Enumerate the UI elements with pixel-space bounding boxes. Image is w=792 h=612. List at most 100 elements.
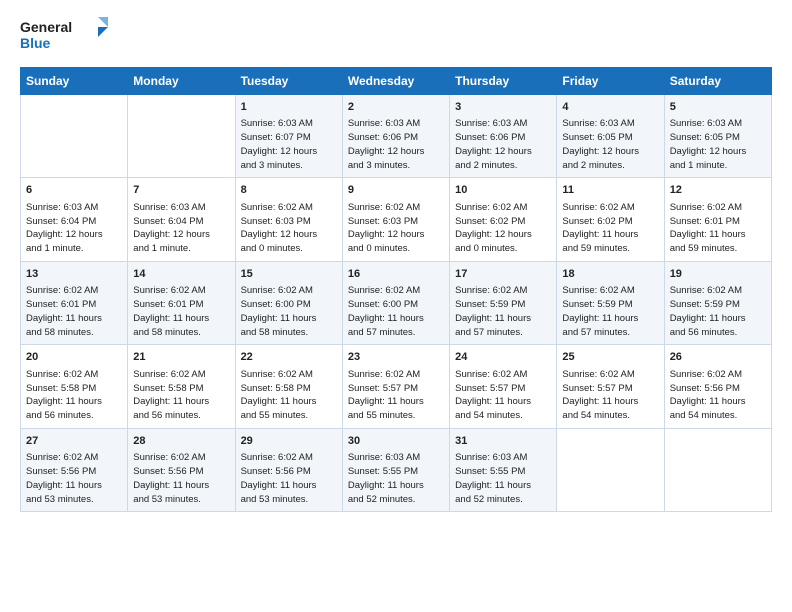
day-info: Sunrise: 6:02 AM Sunset: 6:02 PM Dayligh… (455, 201, 551, 256)
calendar-week-row: 1 Sunrise: 6:03 AM Sunset: 6:07 PM Daylig… (21, 95, 772, 178)
day-number: 22 (241, 350, 337, 365)
weekday-header-thursday: Thursday (450, 68, 557, 95)
day-number: 1 (241, 100, 337, 115)
calendar-cell: 29Sunrise: 6:02 AM Sunset: 5:56 PM Dayli… (235, 428, 342, 511)
day-number: 26 (670, 350, 766, 365)
calendar-cell: 15Sunrise: 6:02 AM Sunset: 6:00 PM Dayli… (235, 261, 342, 344)
calendar-cell: 2 Sunrise: 6:03 AM Sunset: 6:06 PM Daylig… (342, 95, 449, 178)
calendar-cell: 10 Sunrise: 6:02 AM Sunset: 6:02 PM Dayli… (450, 178, 557, 261)
calendar-week-row: 13 Sunrise: 6:02 AM Sunset: 6:01 PM Dayli… (21, 261, 772, 344)
day-number: 23 (348, 350, 444, 365)
calendar-cell: 11 Sunrise: 6:02 AM Sunset: 6:02 PM Dayli… (557, 178, 664, 261)
svg-text:General: General (20, 19, 72, 35)
day-info: Sunrise: 6:02 AM Sunset: 6:02 PM Dayligh… (562, 201, 658, 256)
day-number: 8 (241, 183, 337, 198)
calendar-cell: 5 Sunrise: 6:03 AM Sunset: 6:05 PM Daylig… (664, 95, 771, 178)
day-info: Sunrise: 6:02 AM Sunset: 5:59 PM Dayligh… (670, 284, 766, 339)
day-info: Sunrise: 6:02 AM Sunset: 6:01 PM Dayligh… (670, 201, 766, 256)
logo-svg: General Blue (20, 15, 110, 55)
weekday-header-wednesday: Wednesday (342, 68, 449, 95)
calendar-cell: 4 Sunrise: 6:03 AM Sunset: 6:05 PM Daylig… (557, 95, 664, 178)
day-number: 18 (562, 267, 658, 282)
calendar-header: SundayMondayTuesdayWednesdayThursdayFrid… (21, 68, 772, 95)
calendar-cell: 24 Sunrise: 6:02 AM Sunset: 5:57 PM Dayli… (450, 345, 557, 428)
day-info: Sunrise: 6:03 AM Sunset: 6:05 PM Dayligh… (562, 117, 658, 172)
calendar-week-row: 6Sunrise: 6:03 AM Sunset: 6:04 PM Daylig… (21, 178, 772, 261)
day-number: 28 (133, 434, 229, 449)
day-info: Sunrise: 6:02 AM Sunset: 5:57 PM Dayligh… (348, 368, 444, 423)
day-info: Sunrise: 6:02 AM Sunset: 6:00 PM Dayligh… (348, 284, 444, 339)
day-info: Sunrise: 6:02 AM Sunset: 6:01 PM Dayligh… (26, 284, 122, 339)
day-number: 7 (133, 183, 229, 198)
calendar-cell (128, 95, 235, 178)
day-info: Sunrise: 6:02 AM Sunset: 5:58 PM Dayligh… (26, 368, 122, 423)
day-info: Sunrise: 6:03 AM Sunset: 6:07 PM Dayligh… (241, 117, 337, 172)
calendar-cell: 25 Sunrise: 6:02 AM Sunset: 5:57 PM Dayli… (557, 345, 664, 428)
day-number: 20 (26, 350, 122, 365)
day-info: Sunrise: 6:02 AM Sunset: 5:59 PM Dayligh… (455, 284, 551, 339)
calendar-cell: 3Sunrise: 6:03 AM Sunset: 6:06 PM Daylig… (450, 95, 557, 178)
calendar-week-row: 27Sunrise: 6:02 AM Sunset: 5:56 PM Dayli… (21, 428, 772, 511)
day-number: 13 (26, 267, 122, 282)
day-number: 14 (133, 267, 229, 282)
calendar-cell: 26 Sunrise: 6:02 AM Sunset: 5:56 PM Dayli… (664, 345, 771, 428)
day-info: Sunrise: 6:03 AM Sunset: 6:05 PM Dayligh… (670, 117, 766, 172)
day-info: Sunrise: 6:02 AM Sunset: 5:58 PM Dayligh… (241, 368, 337, 423)
calendar-cell: 1 Sunrise: 6:03 AM Sunset: 6:07 PM Daylig… (235, 95, 342, 178)
day-info: Sunrise: 6:02 AM Sunset: 6:01 PM Dayligh… (133, 284, 229, 339)
day-number: 10 (455, 183, 551, 198)
calendar-cell: 28 Sunrise: 6:02 AM Sunset: 5:56 PM Dayli… (128, 428, 235, 511)
day-number: 31 (455, 434, 551, 449)
calendar-cell: 13 Sunrise: 6:02 AM Sunset: 6:01 PM Dayli… (21, 261, 128, 344)
day-info: Sunrise: 6:03 AM Sunset: 5:55 PM Dayligh… (455, 451, 551, 506)
day-number: 2 (348, 100, 444, 115)
day-number: 16 (348, 267, 444, 282)
calendar-table: SundayMondayTuesdayWednesdayThursdayFrid… (20, 67, 772, 512)
weekday-header-tuesday: Tuesday (235, 68, 342, 95)
day-info: Sunrise: 6:02 AM Sunset: 6:00 PM Dayligh… (241, 284, 337, 339)
day-number: 4 (562, 100, 658, 115)
day-number: 11 (562, 183, 658, 198)
calendar-cell: 14 Sunrise: 6:02 AM Sunset: 6:01 PM Dayli… (128, 261, 235, 344)
svg-text:Blue: Blue (20, 35, 51, 51)
day-info: Sunrise: 6:03 AM Sunset: 6:06 PM Dayligh… (348, 117, 444, 172)
day-number: 24 (455, 350, 551, 365)
weekday-header-row: SundayMondayTuesdayWednesdayThursdayFrid… (21, 68, 772, 95)
day-info: Sunrise: 6:02 AM Sunset: 6:03 PM Dayligh… (348, 201, 444, 256)
day-info: Sunrise: 6:02 AM Sunset: 6:03 PM Dayligh… (241, 201, 337, 256)
calendar-cell: 17Sunrise: 6:02 AM Sunset: 5:59 PM Dayli… (450, 261, 557, 344)
calendar-cell: 22 Sunrise: 6:02 AM Sunset: 5:58 PM Dayli… (235, 345, 342, 428)
day-number: 9 (348, 183, 444, 198)
day-info: Sunrise: 6:03 AM Sunset: 5:55 PM Dayligh… (348, 451, 444, 506)
day-info: Sunrise: 6:02 AM Sunset: 5:56 PM Dayligh… (133, 451, 229, 506)
calendar-cell (557, 428, 664, 511)
day-info: Sunrise: 6:03 AM Sunset: 6:06 PM Dayligh… (455, 117, 551, 172)
day-number: 12 (670, 183, 766, 198)
calendar-cell: 20 Sunrise: 6:02 AM Sunset: 5:58 PM Dayli… (21, 345, 128, 428)
calendar-body: 1 Sunrise: 6:03 AM Sunset: 6:07 PM Daylig… (21, 95, 772, 512)
calendar-cell: 9 Sunrise: 6:02 AM Sunset: 6:03 PM Daylig… (342, 178, 449, 261)
day-number: 5 (670, 100, 766, 115)
calendar-week-row: 20 Sunrise: 6:02 AM Sunset: 5:58 PM Dayli… (21, 345, 772, 428)
calendar-cell: 23 Sunrise: 6:02 AM Sunset: 5:57 PM Dayli… (342, 345, 449, 428)
day-number: 19 (670, 267, 766, 282)
calendar-cell: 6Sunrise: 6:03 AM Sunset: 6:04 PM Daylig… (21, 178, 128, 261)
day-info: Sunrise: 6:02 AM Sunset: 5:56 PM Dayligh… (670, 368, 766, 423)
calendar-cell (664, 428, 771, 511)
day-info: Sunrise: 6:02 AM Sunset: 5:56 PM Dayligh… (26, 451, 122, 506)
day-info: Sunrise: 6:02 AM Sunset: 5:59 PM Dayligh… (562, 284, 658, 339)
day-number: 21 (133, 350, 229, 365)
header: General Blue (20, 15, 772, 55)
day-number: 29 (241, 434, 337, 449)
weekday-header-sunday: Sunday (21, 68, 128, 95)
calendar-cell: 30Sunrise: 6:03 AM Sunset: 5:55 PM Dayli… (342, 428, 449, 511)
day-info: Sunrise: 6:02 AM Sunset: 5:57 PM Dayligh… (455, 368, 551, 423)
calendar-cell: 12 Sunrise: 6:02 AM Sunset: 6:01 PM Dayli… (664, 178, 771, 261)
day-info: Sunrise: 6:02 AM Sunset: 5:58 PM Dayligh… (133, 368, 229, 423)
calendar-cell: 16 Sunrise: 6:02 AM Sunset: 6:00 PM Dayli… (342, 261, 449, 344)
calendar-cell: 19 Sunrise: 6:02 AM Sunset: 5:59 PM Dayli… (664, 261, 771, 344)
calendar-cell (21, 95, 128, 178)
calendar-cell: 8 Sunrise: 6:02 AM Sunset: 6:03 PM Daylig… (235, 178, 342, 261)
day-number: 25 (562, 350, 658, 365)
day-info: Sunrise: 6:02 AM Sunset: 5:57 PM Dayligh… (562, 368, 658, 423)
